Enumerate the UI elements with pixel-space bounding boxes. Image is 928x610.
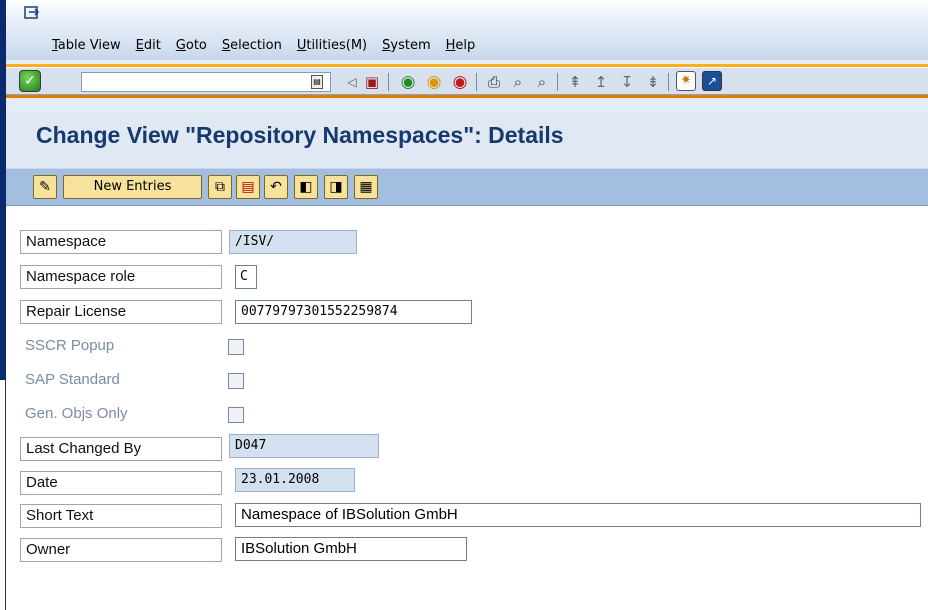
menu-help[interactable]: Help	[446, 38, 476, 53]
previous-entry-icon[interactable]: ◧	[294, 175, 318, 199]
find-icon[interactable]: ⌕	[507, 71, 529, 93]
create-session-icon[interactable]: ✷	[676, 71, 696, 91]
copy-icon[interactable]: ⧉	[208, 175, 232, 199]
menu-area: Table View Edit Goto Selection Utilities…	[6, 0, 928, 60]
sscr-popup-checkbox[interactable]	[228, 339, 244, 355]
last-page-icon[interactable]: ⇟	[642, 71, 664, 93]
date-field[interactable]: 23.01.2008	[235, 468, 355, 492]
previous-page-icon[interactable]: ↥	[590, 71, 612, 93]
short-text-label: Short Text	[20, 504, 222, 528]
last-changed-by-label: Last Changed By	[20, 437, 222, 461]
back-icon[interactable]: ◉	[397, 71, 419, 93]
new-entries-button[interactable]: New Entries	[63, 175, 202, 199]
menu-system[interactable]: System	[382, 38, 431, 53]
toolbar-separator	[476, 73, 477, 91]
shortcut-icon[interactable]: ↗	[702, 71, 722, 91]
command-field[interactable]	[81, 72, 331, 92]
date-label: Date	[20, 471, 222, 495]
menu-selection[interactable]: Selection	[222, 38, 282, 53]
menu-goto[interactable]: Goto	[176, 38, 207, 53]
toolbar-separator	[388, 73, 389, 91]
menubar: Table View Edit Goto Selection Utilities…	[52, 38, 490, 53]
last-changed-by-field[interactable]: D047	[229, 434, 379, 458]
exit-icon[interactable]: ◉	[423, 71, 445, 93]
delete-icon[interactable]: ▤	[236, 175, 260, 199]
next-page-icon[interactable]: ↧	[616, 71, 638, 93]
menu-edit[interactable]: Edit	[136, 38, 161, 53]
command-history-icon[interactable]: ▤	[311, 75, 323, 89]
back-arrow-icon[interactable]: ◁	[341, 71, 363, 93]
page-title: Change View "Repository Namespaces": Det…	[36, 122, 564, 148]
system-menu-icon[interactable]	[24, 6, 40, 20]
first-page-icon[interactable]: ⇞	[564, 71, 586, 93]
namespace-label: Namespace	[20, 230, 222, 254]
toolbar-separator	[668, 73, 669, 91]
short-text-field[interactable]: Namespace of IBSolution GmbH	[235, 503, 921, 527]
cancel-icon[interactable]: ◉	[449, 71, 471, 93]
standard-toolbar: ✓ ▤ ◁ ▣ ◉ ◉ ◉ ⎙ ⌕ ⌕ ⇞ ↥ ↧ ⇟ ✷ ↗	[6, 60, 928, 112]
menu-utilities[interactable]: Utilities(M)	[297, 38, 367, 53]
detail-form: Namespace /ISV/ Namespace role C Repair …	[6, 206, 928, 610]
select-all-icon[interactable]: ▦	[354, 175, 378, 199]
next-entry-icon[interactable]: ◨	[324, 175, 348, 199]
toolbar-body: ✓ ▤ ◁ ▣ ◉ ◉ ◉ ⎙ ⌕ ⌕ ⇞ ↥ ↧ ⇟ ✷ ↗	[6, 67, 928, 95]
undo-icon[interactable]: ↶	[264, 175, 288, 199]
menu-table-view[interactable]: Table View	[52, 38, 121, 53]
find-next-icon[interactable]: ⌕	[531, 71, 553, 93]
repair-license-label: Repair License	[20, 300, 222, 324]
print-icon[interactable]: ⎙	[483, 71, 505, 93]
enter-icon[interactable]: ✓	[19, 70, 41, 92]
sap-standard-label: SAP Standard	[20, 369, 222, 393]
owner-field[interactable]: IBSolution GmbH	[235, 537, 467, 561]
namespace-role-field[interactable]: C	[235, 265, 257, 289]
sap-standard-checkbox[interactable]	[228, 373, 244, 389]
display-change-icon[interactable]: ✎	[33, 175, 57, 199]
namespace-role-label: Namespace role	[20, 265, 222, 289]
namespace-field[interactable]: /ISV/	[229, 230, 357, 254]
title-area: Change View "Repository Namespaces": Det…	[6, 112, 928, 168]
application-toolbar: ✎ New Entries ⧉ ▤ ↶ ◧ ◨ ▦	[6, 168, 928, 206]
gen-objs-only-checkbox[interactable]	[228, 407, 244, 423]
owner-label: Owner	[20, 538, 222, 562]
repair-license-field[interactable]: 00779797301552259874	[235, 300, 472, 324]
sscr-popup-label: SSCR Popup	[20, 335, 222, 359]
toolbar-separator	[557, 73, 558, 91]
save-icon[interactable]: ▣	[361, 71, 383, 93]
gen-objs-only-label: Gen. Objs Only	[20, 403, 222, 427]
